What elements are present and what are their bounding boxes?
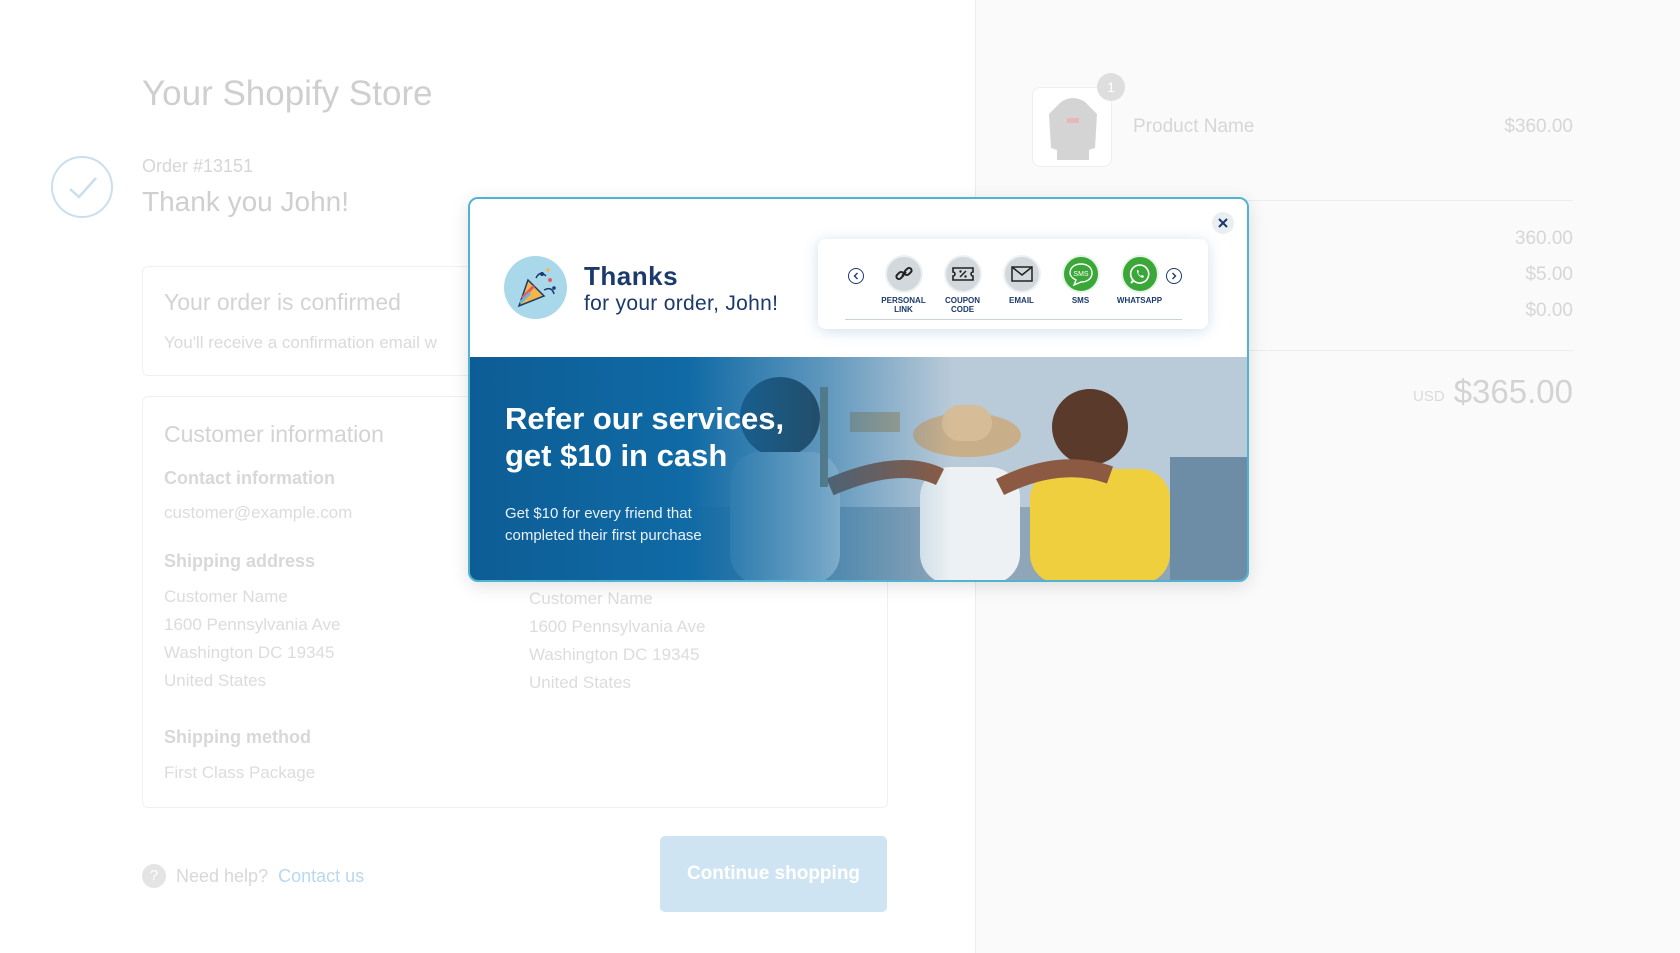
total-value: $365.00 — [1453, 373, 1573, 410]
help-icon: ? — [142, 864, 166, 888]
envelope-icon — [1002, 255, 1041, 293]
shipping-value: $5.00 — [1525, 264, 1573, 285]
thank-you-heading: Thank you John! — [142, 186, 350, 217]
contact-email: customer@example.com — [164, 503, 353, 522]
billing-address-line: Customer Name — [529, 589, 653, 608]
chevron-right-icon[interactable] — [1166, 268, 1182, 284]
shipping-address-label: Shipping address — [164, 551, 316, 571]
party-popper-icon — [504, 256, 567, 319]
share-option-label: WHATSAPP — [1116, 296, 1163, 305]
share-option-coupon-code[interactable]: COUPON CODE — [933, 255, 992, 314]
hoodie-icon — [1049, 98, 1097, 160]
taxes-value: $0.00 — [1525, 300, 1573, 321]
billing-address-line: 1600 Pennsylvania Ave — [529, 617, 706, 636]
shipping-address: Customer Name 1600 Pennsylvania Ave Wash… — [164, 583, 340, 695]
product-thumbnail — [1032, 87, 1112, 167]
store-title: Your Shopify Store — [142, 74, 433, 113]
referral-modal: Thanks for your order, John! PERSONAL LI… — [468, 197, 1249, 582]
share-option-label: PERSONAL LINK — [881, 296, 926, 314]
share-option-email[interactable]: EMAIL — [992, 255, 1051, 314]
customer-info-title: Customer information — [164, 421, 384, 447]
continue-shopping-button[interactable]: Continue shopping — [660, 836, 887, 912]
modal-header: Thanks for your order, John! PERSONAL LI… — [470, 199, 1247, 357]
share-option-label: EMAIL — [1009, 296, 1034, 305]
banner-title-line: get $10 in cash — [505, 438, 728, 473]
chevron-left-icon[interactable] — [848, 268, 864, 284]
shipping-address-line: United States — [164, 671, 267, 690]
banner-subtitle: Get $10 for every friend that completed … — [505, 505, 702, 544]
contact-info-label: Contact information — [164, 468, 335, 488]
close-icon — [1218, 218, 1228, 228]
shipping-address-line: 1600 Pennsylvania Ave — [164, 615, 341, 634]
billing-address: Customer Name 1600 Pennsylvania Ave Wash… — [529, 585, 705, 697]
order-complete-check-icon — [51, 156, 113, 218]
banner-title-line: Refer our services, — [505, 401, 785, 436]
confirmation-title: Your order is confirmed — [164, 289, 401, 315]
item-count-badge: 1 — [1097, 73, 1125, 101]
share-panel-underline — [845, 319, 1182, 320]
share-option-sms[interactable]: SMS SMS — [1051, 255, 1110, 314]
banner-title: Refer our services, get $10 in cash — [505, 400, 845, 474]
sms-icon: SMS — [1061, 255, 1100, 293]
product-name: Product Name — [1133, 116, 1255, 137]
order-number: Order #13151 — [142, 156, 254, 176]
shipping-method-label: Shipping method — [164, 727, 311, 747]
subtotal-value: 360.00 — [1514, 228, 1573, 249]
help-text: Need help? — [176, 865, 269, 886]
whatsapp-icon — [1120, 255, 1159, 293]
total-currency: USD — [1413, 388, 1445, 405]
shipping-address-line: Customer Name — [164, 587, 288, 606]
share-option-label: COUPON CODE — [944, 296, 981, 314]
share-option-label: SMS — [1071, 296, 1090, 305]
thanks-subtitle: for your order, John! — [584, 292, 779, 315]
link-icon — [884, 255, 923, 293]
coupon-icon — [943, 255, 982, 293]
billing-address-line: Washington DC 19345 — [529, 645, 700, 664]
need-help: ? Need help? Contact us — [142, 864, 364, 888]
contact-us-link[interactable]: Contact us — [278, 866, 364, 887]
shipping-address-line: Washington DC 19345 — [164, 643, 335, 662]
share-options: PERSONAL LINK COUPON CODE EMAIL SMS SMS … — [874, 255, 1169, 314]
shipping-method-value: First Class Package — [164, 763, 316, 782]
referral-banner: Refer our services, get $10 in cash Get … — [470, 357, 1247, 580]
sms-icon-text: SMS — [1073, 271, 1089, 278]
thanks-title: Thanks — [584, 261, 679, 291]
share-options-panel: PERSONAL LINK COUPON CODE EMAIL SMS SMS … — [818, 239, 1208, 329]
close-button[interactable] — [1212, 212, 1234, 234]
share-option-whatsapp[interactable]: WHATSAPP — [1110, 255, 1169, 314]
product-price: $360.00 — [1504, 116, 1573, 137]
confirmation-subtitle: You'll receive a confirmation email w — [164, 333, 437, 352]
billing-address-line: United States — [529, 673, 632, 692]
share-option-personal-link[interactable]: PERSONAL LINK — [874, 255, 933, 314]
